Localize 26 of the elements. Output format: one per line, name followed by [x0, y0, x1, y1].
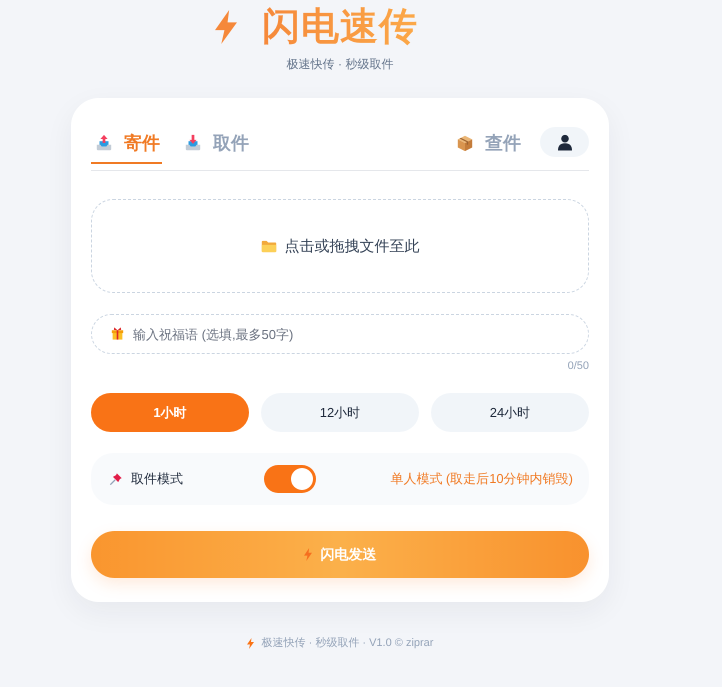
file-drop-zone[interactable]: 点击或拖拽文件至此	[91, 199, 589, 293]
lightning-icon	[304, 548, 312, 561]
tab[interactable]: 取件	[180, 125, 251, 164]
tray-arrow-down-icon	[184, 134, 202, 152]
app-subtitle: 极速快传 · 秒级取件	[286, 56, 394, 72]
char-counter: 0/50	[568, 359, 589, 373]
gift-icon	[111, 327, 124, 340]
pushpin-icon	[109, 472, 123, 486]
duration-option[interactable]: 12小时	[261, 393, 419, 432]
duration-option[interactable]: 1小时	[91, 393, 249, 432]
mode-switch[interactable]	[264, 465, 316, 493]
folder-icon	[260, 240, 276, 252]
message-field[interactable]: 输入祝福语 (选填,最多50字)	[91, 314, 589, 354]
mode-description: 单人模式 (取走后10分钟内销毁)	[390, 470, 573, 488]
mode-label: 取件模式	[131, 470, 183, 488]
lookup-tab[interactable]: 查件	[452, 125, 523, 164]
package-icon	[456, 134, 474, 152]
account-button[interactable]	[540, 127, 589, 157]
tab[interactable]: 寄件	[91, 125, 162, 164]
send-button[interactable]: 闪电发送	[91, 531, 589, 578]
user-icon	[556, 134, 572, 150]
footer-text: 极速快传 · 秒级取件 · V1.0 © ziprar	[262, 636, 434, 650]
lightning-icon	[215, 10, 237, 44]
duration-option[interactable]: 24小时	[431, 393, 589, 432]
lightning-icon	[246, 638, 254, 648]
tray-arrow-up-icon	[95, 134, 113, 152]
